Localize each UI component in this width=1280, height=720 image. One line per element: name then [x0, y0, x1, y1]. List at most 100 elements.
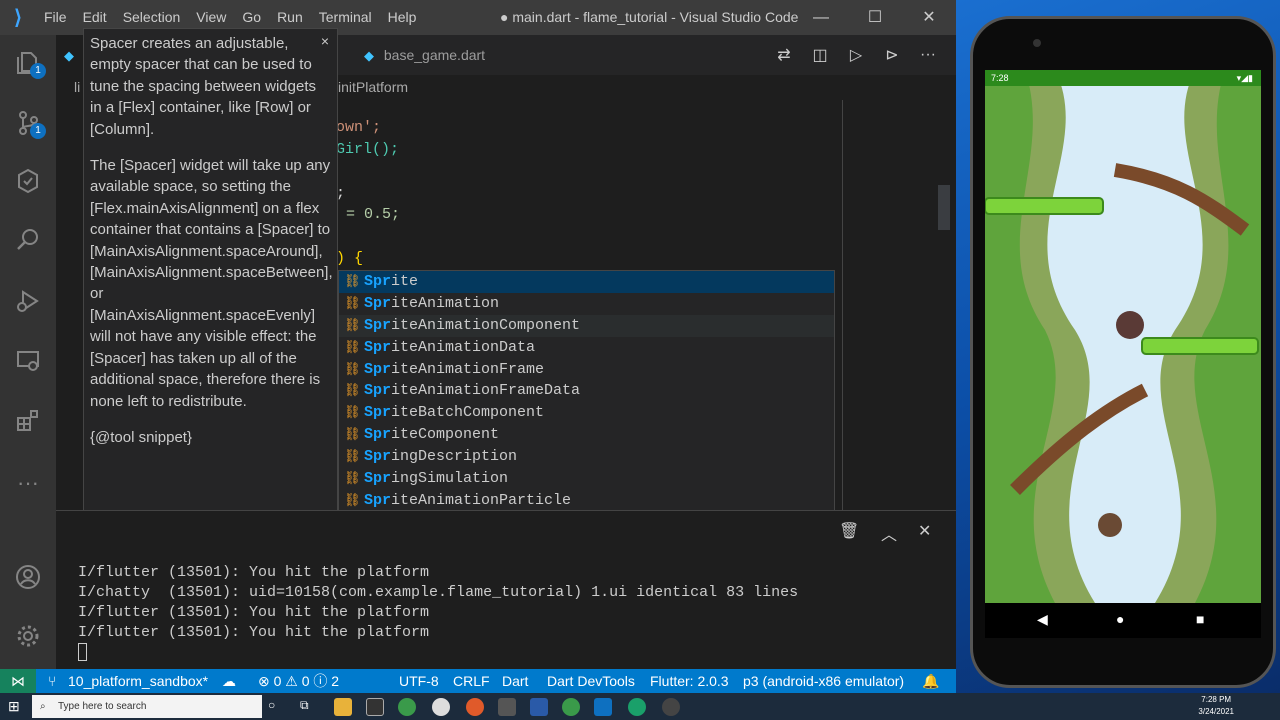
- clear-terminal-icon[interactable]: 🗑: [839, 521, 859, 541]
- suggestion-match: Spr: [364, 470, 392, 488]
- menu-help[interactable]: Help: [380, 0, 425, 35]
- suggestion-item[interactable]: ⛓ Sprite: [339, 271, 834, 293]
- suggestion-rest: iteAnimationParticle: [391, 491, 572, 509]
- tab-base-game-dart[interactable]: ◆ base_game.dart: [356, 35, 556, 75]
- signal-battery-icon: ▾◢▮: [1236, 73, 1253, 83]
- notifications-bell-icon[interactable]: 🔔: [922, 669, 939, 693]
- vscode-taskbar-icon[interactable]: [594, 698, 612, 716]
- code-line: own';: [336, 119, 382, 136]
- activity-bar: 1 1 ···: [0, 35, 56, 669]
- back-icon[interactable]: ◀: [1037, 611, 1048, 628]
- game-screen[interactable]: [985, 70, 1261, 603]
- suggestion-match: Spr: [364, 448, 392, 466]
- language-mode[interactable]: Dart: [502, 669, 528, 693]
- taskbar-search[interactable]: ⌕ Type here to search: [32, 695, 262, 718]
- run-icon[interactable]: ▷: [838, 45, 874, 65]
- doc-paragraph: Spacer creates an adjustable, empty spac…: [90, 35, 316, 138]
- accounts-icon[interactable]: [10, 559, 46, 595]
- source-control-icon[interactable]: 1: [10, 105, 46, 141]
- explorer-badge: 1: [30, 63, 46, 79]
- code-line: = 0.5;: [346, 206, 401, 223]
- terminal[interactable]: I/flutter (13501): You hit the platform …: [56, 555, 956, 669]
- suggestion-item[interactable]: ⛓ SpringDescription: [339, 446, 834, 468]
- chrome-icon[interactable]: [562, 698, 580, 716]
- recents-icon[interactable]: ■: [1196, 611, 1204, 627]
- maximize-button[interactable]: ☐: [848, 0, 902, 35]
- class-icon: ⛓: [344, 449, 361, 465]
- powershell-icon[interactable]: [530, 698, 548, 716]
- suggestion-match: Spr: [364, 273, 392, 290]
- dart-devtools[interactable]: Dart DevTools: [547, 669, 635, 693]
- split-editor-icon[interactable]: ◫: [802, 45, 838, 65]
- chrome-icon[interactable]: [398, 698, 416, 716]
- code-line: ) {: [336, 250, 364, 267]
- problems-indicator[interactable]: ⊗ 0 ⚠ 0 ⓘ 2: [258, 669, 339, 693]
- class-icon: ⛓: [344, 492, 361, 508]
- android-clock: 7:28: [991, 73, 1009, 83]
- encoding[interactable]: UTF-8: [399, 669, 439, 693]
- testing-icon[interactable]: [10, 163, 46, 199]
- app-icon[interactable]: [628, 698, 646, 716]
- minimize-button[interactable]: —: [794, 0, 848, 35]
- terminal-line: I/chatty (13501): uid=10158(com.example.…: [78, 584, 799, 601]
- suggestion-list: ⛓ Sprite ⛓ SpriteAnimation ⛓ SpriteAnimationC…: [338, 270, 835, 536]
- remote-explorer-icon[interactable]: [10, 343, 46, 379]
- app-icon[interactable]: [498, 698, 516, 716]
- search-icon: ⌕: [40, 701, 46, 712]
- suggestion-item[interactable]: ⛓ SpriteAnimation: [339, 293, 834, 315]
- windows-start-icon[interactable]: ⊞: [8, 698, 24, 714]
- debug-run-icon[interactable]: ⊳: [874, 45, 910, 65]
- task-view-icon[interactable]: ⧉: [300, 698, 318, 716]
- device-selector[interactable]: p3 (android-x86 emulator): [743, 669, 904, 693]
- tab-label: base_game.dart: [383, 47, 486, 63]
- class-icon: ⛓: [344, 405, 361, 421]
- extensions-icon[interactable]: [10, 403, 46, 439]
- terminal-line: I/flutter (13501): You hit the platform: [78, 604, 430, 621]
- more-actions-icon[interactable]: ···: [910, 46, 946, 64]
- scrollbar-thumb[interactable]: [938, 185, 950, 230]
- system-clock[interactable]: 7:28 PM 3/24/2021: [1198, 694, 1234, 718]
- git-branch[interactable]: 10_platform_sandbox*: [68, 669, 208, 693]
- close-icon[interactable]: ×: [321, 31, 329, 52]
- app-icon[interactable]: [466, 698, 484, 716]
- home-icon[interactable]: ●: [1116, 611, 1124, 627]
- run-debug-icon[interactable]: [10, 283, 46, 319]
- more-icon[interactable]: ···: [10, 465, 46, 501]
- cortana-icon[interactable]: ○: [268, 698, 286, 716]
- class-icon: ⛓: [344, 317, 361, 333]
- android-nav-bar: ◀ ● ■: [985, 603, 1261, 638]
- suggestion-item[interactable]: ⛓ SpriteAnimationComponent: [339, 314, 834, 337]
- suggestion-item[interactable]: ⛓ SpriteAnimationFrameData: [339, 380, 834, 402]
- compare-changes-icon[interactable]: ⇄: [766, 45, 802, 65]
- explorer-icon[interactable]: 1: [10, 45, 46, 81]
- settings-gear-icon[interactable]: [10, 618, 46, 654]
- suggestion-item[interactable]: ⛓ SpriteBatchComponent: [339, 402, 834, 424]
- menu-file[interactable]: File: [36, 0, 75, 35]
- app-icon[interactable]: [662, 698, 680, 716]
- close-panel-icon[interactable]: ✕: [918, 521, 931, 541]
- class-icon: ⛓: [344, 295, 361, 311]
- suggestion-item[interactable]: ⛓ SpringSimulation: [339, 468, 834, 490]
- terminal-line: I/flutter (13501): You hit the platform: [78, 564, 430, 581]
- sync-icon[interactable]: ☁: [222, 669, 236, 693]
- terminal-app-icon[interactable]: [366, 698, 384, 716]
- suggestion-item[interactable]: ⛓ SpriteAnimationData: [339, 337, 834, 359]
- suggestion-rest: iteAnimationData: [391, 338, 536, 356]
- flutter-version[interactable]: Flutter: 2.0.3: [650, 669, 729, 693]
- status-bar: ⋈ ⑂ 10_platform_sandbox* ☁ ⊗ 0 ⚠ 0 ⓘ 2 U…: [0, 669, 956, 693]
- app-icon[interactable]: [432, 698, 450, 716]
- suggestion-rest: iteAnimationFrameData: [391, 382, 581, 400]
- class-icon: ⛓: [344, 427, 361, 443]
- breadcrumb-symbol[interactable]: initPlatform: [338, 75, 408, 100]
- suggestion-item[interactable]: ⛓ SpriteComponent: [339, 424, 834, 446]
- suggestion-item[interactable]: ⛓ SpriteAnimationParticle: [339, 490, 834, 512]
- suggestion-item[interactable]: ⛓ SpriteAnimationFrame: [339, 359, 834, 381]
- search-icon[interactable]: [10, 222, 46, 258]
- line-endings[interactable]: CRLF: [453, 669, 490, 693]
- remote-indicator-icon[interactable]: ⋈: [0, 669, 36, 693]
- close-window-button[interactable]: ✕: [902, 0, 956, 35]
- file-explorer-icon[interactable]: [334, 698, 352, 716]
- suggestion-match: Spr: [364, 338, 392, 356]
- maximize-panel-icon[interactable]: ︿: [881, 521, 897, 545]
- breadcrumb-partial[interactable]: li: [74, 75, 80, 100]
